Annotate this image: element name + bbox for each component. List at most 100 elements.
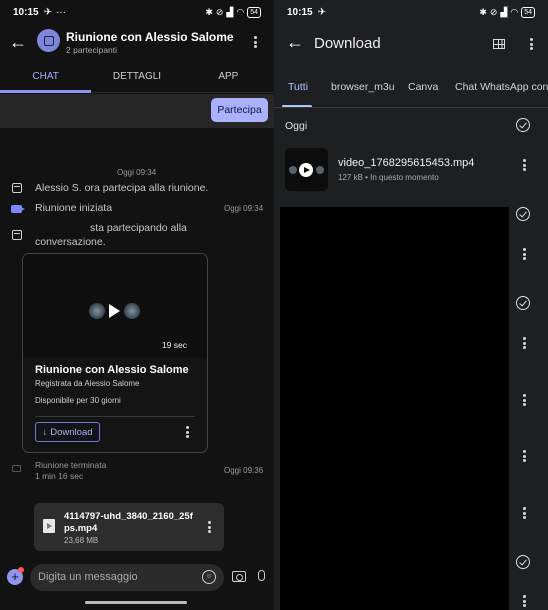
row-more-icon[interactable]: [517, 335, 531, 351]
status-time: 10:15: [13, 6, 39, 18]
section-header: Oggi: [285, 120, 308, 132]
row-more-icon[interactable]: [517, 392, 531, 408]
calendar-icon: [43, 35, 54, 46]
teams-chat-pane: 10:15 ✈ ··· ✱ ⊘ ▟ ◠ 54 ← Riunione con Al…: [0, 0, 274, 610]
recording-availability: Disponibile per 30 giorni: [35, 396, 121, 405]
video-file-icon: [43, 519, 55, 533]
home-indicator: [85, 601, 187, 604]
more-notifications-icon: ···: [55, 6, 66, 18]
notification-dot: [18, 567, 24, 573]
page-title: Download: [314, 35, 381, 52]
tab-chat[interactable]: CHAT: [0, 62, 92, 93]
tab-browser-m3u[interactable]: browser_m3u: [331, 81, 395, 93]
active-tab-indicator: [282, 105, 312, 107]
calendar-event-icon: [12, 183, 22, 193]
event-ended-time: Oggi 09:36: [224, 466, 264, 475]
download-thumbnail[interactable]: [285, 148, 328, 191]
play-icon[interactable]: [109, 304, 120, 318]
tab-canva[interactable]: Canva: [408, 81, 438, 93]
back-arrow-icon[interactable]: ←: [286, 32, 304, 53]
video-frame-icon: [124, 303, 140, 319]
event-started: Riunione iniziata: [35, 202, 113, 214]
event-ended: Riunione terminata: [35, 460, 107, 470]
video-frame-icon: [289, 166, 297, 174]
bluetooth-icon: ✱: [205, 6, 213, 17]
file-size: 23,68 MB: [64, 536, 99, 545]
back-arrow-icon[interactable]: ←: [9, 32, 27, 53]
join-button[interactable]: Partecipa: [211, 98, 268, 122]
download-list-placeholder: [280, 207, 509, 610]
chat-title: Riunione con Alessio Salome: [66, 30, 234, 44]
select-all-check-icon[interactable]: [516, 118, 530, 132]
message-input[interactable]: Digita un messaggio ☺: [30, 564, 224, 591]
bluetooth-icon: ✱: [479, 6, 487, 17]
grid-view-icon[interactable]: [493, 39, 505, 49]
microphone-icon[interactable]: [258, 570, 265, 581]
wifi-icon: ◠: [236, 6, 245, 17]
chat-subtitle: 2 partecipanti: [66, 45, 118, 55]
battery-icon: 54: [247, 6, 261, 18]
event-started-time: Oggi 09:34: [224, 204, 264, 213]
recording-preview: [89, 303, 140, 319]
row-more-icon[interactable]: [517, 505, 531, 521]
event-ended-duration: 1 min 16 sec: [35, 471, 84, 481]
message-placeholder: Digita un messaggio: [38, 571, 138, 583]
mute-icon: ⊘: [215, 6, 224, 17]
file-attachment[interactable]: 4114797-uhd_3840_2160_25fps.mp4 23,68 MB: [34, 503, 224, 551]
video-frame-icon: [316, 166, 324, 174]
battery-icon: 54: [521, 6, 535, 18]
download-label: Download: [50, 426, 93, 438]
downloads-header: ← Download: [274, 26, 548, 62]
recording-subtitle: Registrata da Alessio Salome: [35, 379, 140, 388]
play-icon: [299, 163, 313, 177]
event-joined: Alessio S. ora partecipa alla riunione.: [35, 182, 209, 194]
select-check-icon[interactable]: [516, 555, 530, 569]
chat-header: ← Riunione con Alessio Salome 2 partecip…: [0, 26, 274, 62]
tab-app[interactable]: APP: [183, 62, 274, 92]
video-frame-icon: [89, 303, 105, 319]
compose-bar: + Digita un messaggio ☺: [0, 560, 274, 596]
calendar-event-icon: [12, 230, 22, 240]
more-options-icon[interactable]: [248, 34, 262, 50]
select-check-icon[interactable]: [516, 207, 530, 221]
video-camera-icon: [11, 205, 25, 213]
status-bar: 10:15 ✈ ··· ✱ ⊘ ▟ ◠ 54: [0, 0, 274, 24]
status-time: 10:15: [287, 6, 313, 18]
download-file-meta: 127 kB • In questo momento: [338, 173, 439, 182]
camera-icon[interactable]: [232, 571, 246, 582]
meeting-avatar: [37, 29, 60, 52]
join-banner: Partecipa: [0, 94, 274, 128]
recording-download-button[interactable]: ↓ Download: [35, 422, 100, 442]
meeting-ended-icon: [12, 465, 21, 472]
recording-title: Riunione con Alessio Salome: [35, 364, 189, 376]
emoji-icon[interactable]: ☺: [202, 570, 216, 584]
download-more-icon[interactable]: [517, 157, 531, 173]
signal-icon: ▟: [500, 6, 508, 17]
telegram-icon: ✈: [317, 6, 326, 18]
status-icons: ✱ ⊘ ▟ ◠ 54: [479, 6, 535, 18]
download-icon: ↓: [42, 426, 48, 438]
recording-more-icon[interactable]: [180, 424, 194, 440]
row-more-icon[interactable]: [517, 246, 531, 262]
more-options-icon[interactable]: [524, 36, 538, 52]
file-name: 4114797-uhd_3840_2160_25fps.mp4: [64, 511, 193, 534]
file-more-icon[interactable]: [202, 519, 216, 535]
select-check-icon[interactable]: [516, 296, 530, 310]
status-icons: ✱ ⊘ ▟ ◠ 54: [205, 6, 261, 18]
tab-chat-whatsapp[interactable]: Chat WhatsApp con A: [455, 81, 548, 93]
chat-timestamp: Oggi 09:34: [117, 168, 157, 177]
wifi-icon: ◠: [510, 6, 519, 17]
signal-icon: ▟: [226, 6, 234, 17]
tab-tutti[interactable]: Tutti: [288, 81, 308, 93]
row-more-icon[interactable]: [517, 593, 531, 609]
downloads-pane: 10:15 ✈ ✱ ⊘ ▟ ◠ 54 ← Download Tutti brow…: [274, 0, 548, 610]
tab-dettagli[interactable]: DETTAGLI: [91, 62, 182, 92]
mute-icon: ⊘: [489, 6, 498, 17]
divider: [35, 416, 195, 417]
row-more-icon[interactable]: [517, 448, 531, 464]
recording-card[interactable]: 19 sec Riunione con Alessio Salome Regis…: [22, 253, 208, 453]
download-file-name[interactable]: video_1768295615453.mp4: [338, 157, 474, 169]
recording-thumbnail[interactable]: 19 sec: [23, 254, 207, 358]
filter-tabs: Tutti browser_m3u Canva Chat WhatsApp co…: [274, 70, 548, 108]
status-bar: 10:15 ✈ ✱ ⊘ ▟ ◠ 54: [274, 0, 548, 24]
